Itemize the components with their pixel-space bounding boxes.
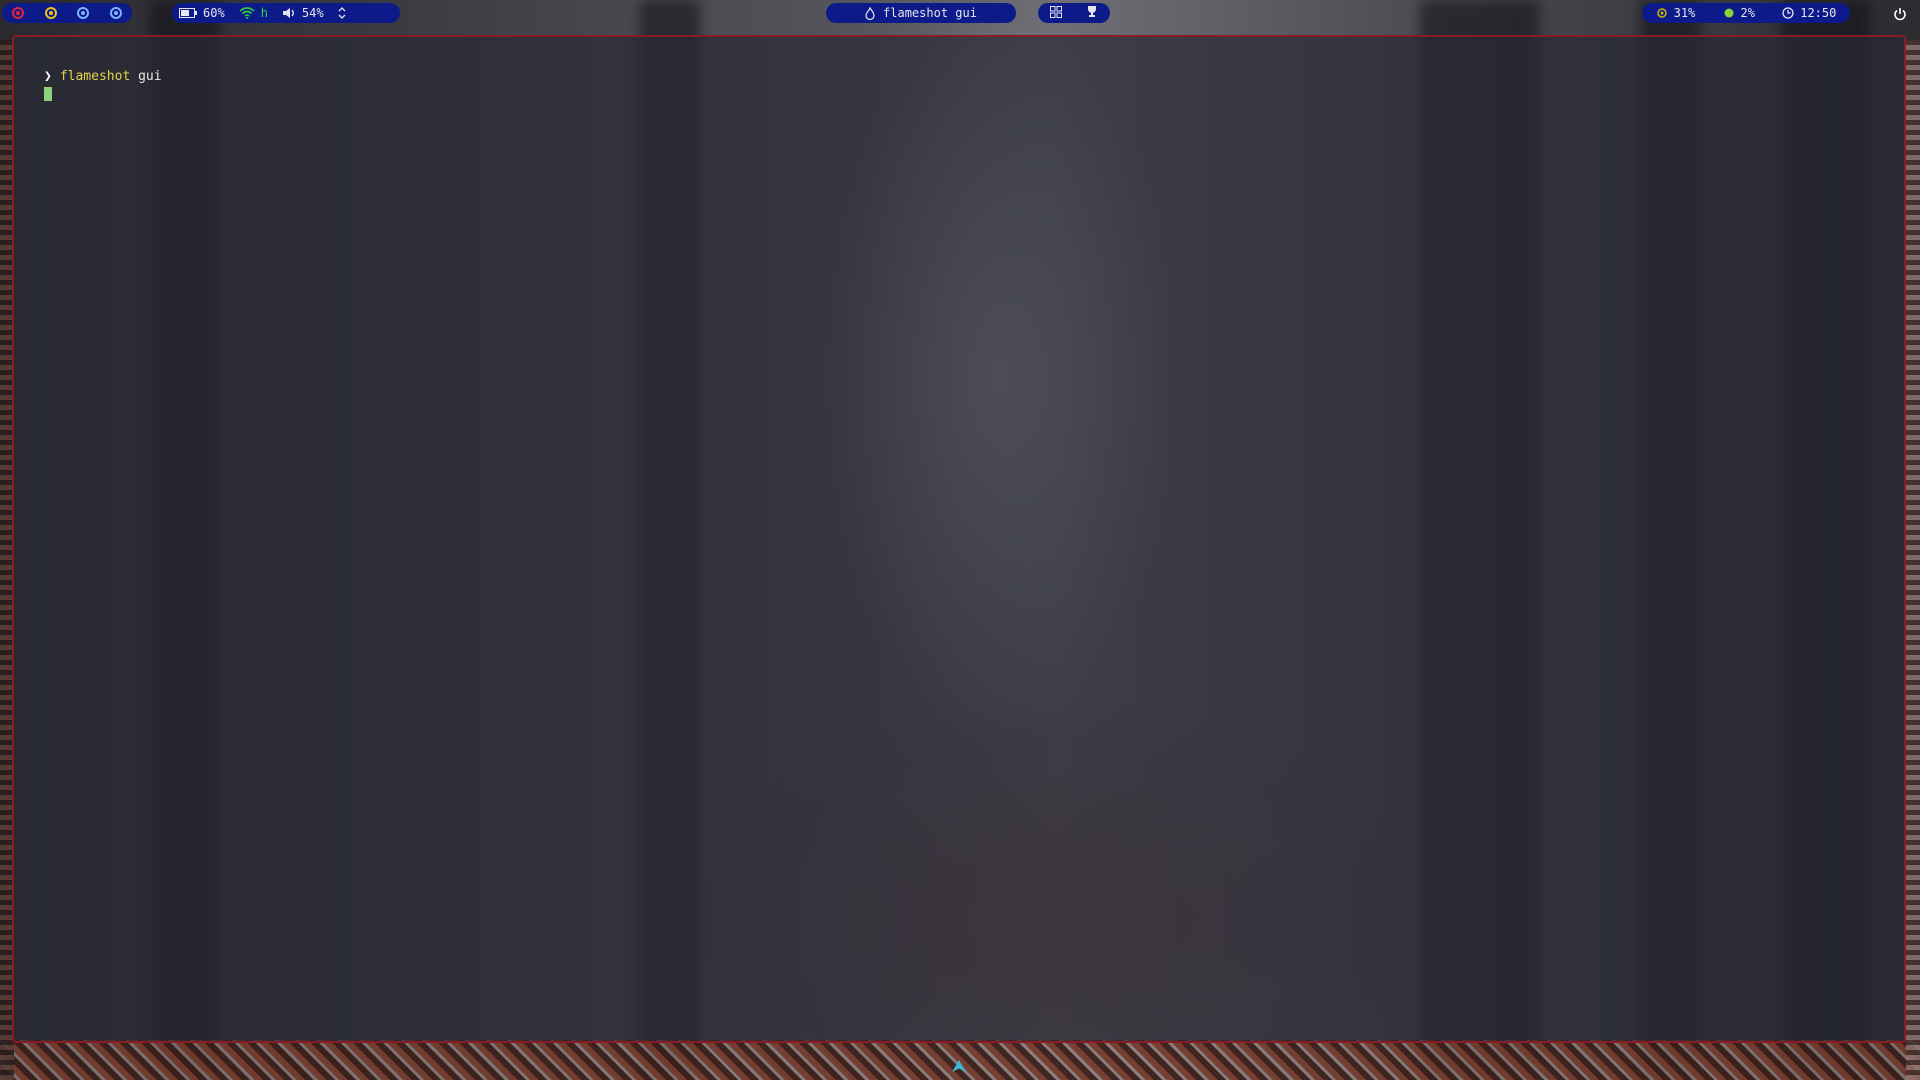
terminal-cursor bbox=[44, 87, 52, 101]
terminal-output[interactable]: ❯ flameshot gui bbox=[44, 69, 162, 106]
volume-level: 54% bbox=[301, 6, 324, 20]
speaker-icon bbox=[282, 8, 294, 18]
system-status-pill: 60% h 54% bbox=[172, 3, 400, 23]
cpu-icon bbox=[1656, 8, 1667, 18]
system-stats-pill: 31% 2% 12:50 bbox=[1642, 3, 1850, 23]
terminal-window[interactable]: ❯ flameshot gui bbox=[12, 35, 1906, 1043]
wifi-indicator[interactable]: h bbox=[239, 6, 268, 20]
clock-indicator[interactable]: 12:50 bbox=[1782, 6, 1836, 20]
workspace-4-icon[interactable] bbox=[108, 5, 124, 21]
battery-indicator[interactable]: 60% bbox=[179, 6, 225, 20]
wifi-name: h bbox=[260, 6, 268, 20]
workspace-3-icon[interactable] bbox=[75, 5, 91, 21]
power-icon[interactable] bbox=[1890, 4, 1910, 24]
window-title: flameshot gui bbox=[883, 6, 977, 20]
command-text: flameshot bbox=[59, 69, 131, 84]
brightness-arrows-icon[interactable] bbox=[338, 7, 352, 19]
workspaces-pill bbox=[2, 3, 132, 23]
window-title-pill: flameshot gui bbox=[826, 3, 1016, 23]
app-launcher-icon[interactable] bbox=[945, 1054, 973, 1078]
workspace-2-icon[interactable] bbox=[43, 5, 59, 21]
cpu-indicator[interactable]: 31% bbox=[1656, 6, 1696, 20]
clock-icon bbox=[1782, 7, 1794, 19]
flame-icon bbox=[865, 6, 875, 20]
prompt-line: ❯ flameshot gui bbox=[44, 69, 162, 85]
top-bar: 60% h 54% flameshot gui 31% 2% 12:50 bbox=[0, 0, 1920, 26]
memory-usage: 2% bbox=[1740, 6, 1755, 20]
battery-level: 60% bbox=[203, 6, 225, 20]
cpu-usage: 31% bbox=[1673, 6, 1696, 20]
trophy-icon[interactable] bbox=[1086, 5, 1098, 21]
battery-icon bbox=[179, 8, 197, 18]
clock-time: 12:50 bbox=[1800, 6, 1837, 20]
workspace-1-icon[interactable] bbox=[10, 5, 26, 21]
grid-layout-icon[interactable] bbox=[1050, 5, 1062, 21]
command-argument: gui bbox=[130, 69, 161, 85]
layout-pill bbox=[1038, 3, 1110, 23]
wallpaper-right-edge bbox=[1906, 40, 1920, 1080]
memory-indicator[interactable]: 2% bbox=[1723, 6, 1755, 20]
argument-text: gui bbox=[138, 69, 162, 84]
memory-icon bbox=[1724, 8, 1734, 18]
cursor-line bbox=[44, 85, 162, 106]
volume-indicator[interactable]: 54% bbox=[282, 6, 324, 20]
prompt-symbol: ❯ bbox=[44, 69, 52, 84]
wifi-icon bbox=[239, 7, 255, 19]
